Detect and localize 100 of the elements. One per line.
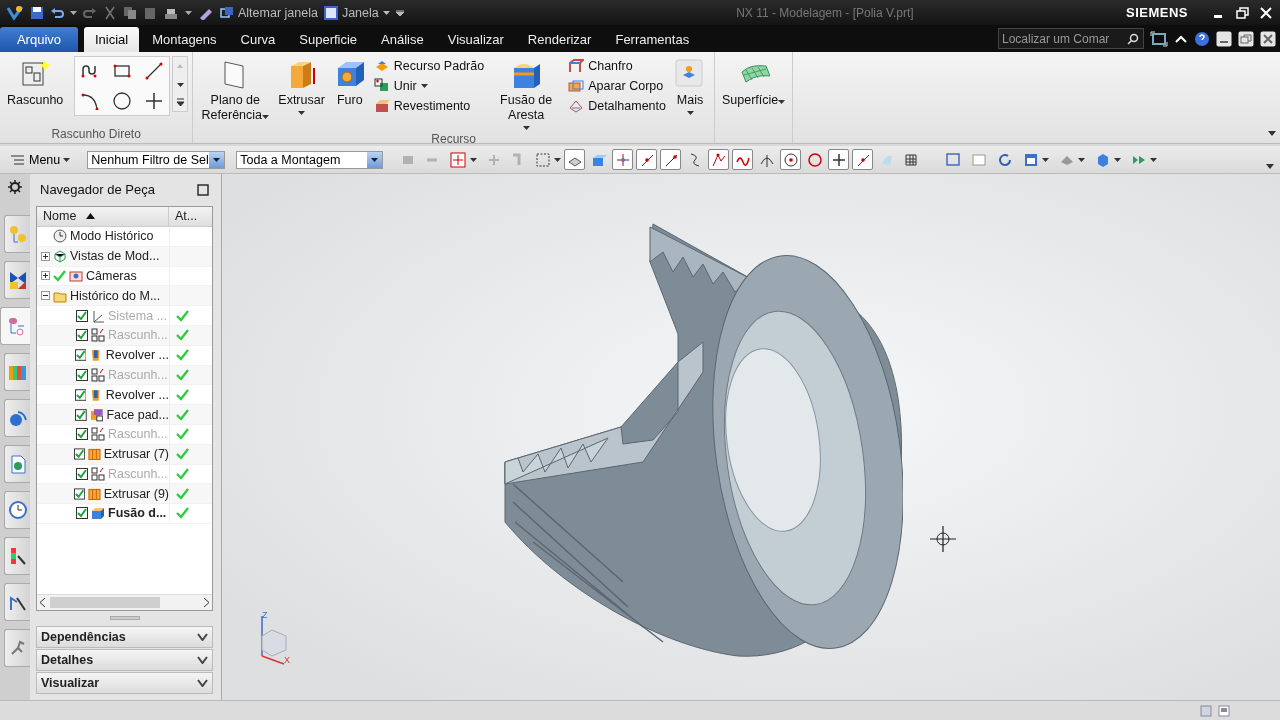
ribbon-button[interactable]: Detalhamento (566, 97, 668, 115)
ribbon-tab[interactable]: Superficie (288, 27, 369, 52)
ribbon-tab[interactable]: Inicial (84, 27, 140, 52)
settings-icon[interactable] (8, 180, 22, 194)
checkbox[interactable] (74, 349, 87, 362)
ribbon-button[interactable]: Aparar Corpo (566, 77, 668, 95)
resource-tab[interactable] (0, 307, 30, 345)
circle-icon[interactable] (113, 92, 132, 110)
paste-icon[interactable] (143, 5, 157, 20)
resource-tab[interactable] (4, 399, 30, 437)
snap-toggle[interactable] (564, 149, 586, 170)
box-select-icon[interactable] (535, 151, 552, 168)
checkbox[interactable] (74, 388, 87, 401)
resource-tab[interactable] (4, 537, 30, 575)
ribbon-button[interactable]: Fusão de Aresta (488, 56, 565, 132)
ribbon-button[interactable]: Revestimento (371, 97, 487, 115)
resource-tab[interactable] (4, 583, 30, 621)
scroll-left-icon[interactable] (40, 598, 46, 608)
tree-item[interactable]: Câmeras (86, 268, 137, 283)
quick-access-button[interactable]: Janela (323, 5, 390, 20)
save-icon[interactable] (30, 5, 44, 20)
collapsible-panel-header[interactable]: Visualizar (36, 672, 213, 694)
help-icon[interactable] (1194, 30, 1210, 47)
restore-icon[interactable] (1238, 30, 1254, 47)
ribbon-tab[interactable]: Montagens (141, 27, 228, 52)
collapsible-panel-header[interactable]: Dependências (36, 626, 213, 649)
ribbon-button[interactable]: Plano de Referência (197, 56, 274, 125)
logo-icon[interactable] (6, 4, 24, 21)
column-header[interactable]: Nome (37, 206, 169, 226)
resource-tab[interactable] (4, 261, 30, 299)
snap-toggle[interactable] (708, 149, 730, 170)
checkbox[interactable] (73, 448, 85, 461)
view-tool-icon[interactable] (945, 151, 962, 168)
tree-item[interactable]: Revolver ... (105, 348, 169, 363)
ribbon-button[interactable]: Unir (371, 77, 487, 95)
snap-toggle[interactable] (852, 149, 874, 170)
scrollbar-thumb[interactable] (50, 597, 160, 609)
expand-icon[interactable] (41, 251, 50, 261)
ribbon-tab[interactable]: Curva (229, 27, 287, 52)
undo-icon[interactable] (50, 5, 64, 20)
restore-icon[interactable] (1234, 4, 1250, 21)
redo-icon[interactable] (83, 5, 97, 20)
ribbon-options-icon[interactable] (1268, 131, 1276, 136)
checkbox[interactable] (76, 507, 88, 520)
view-tool-icon[interactable] (1023, 151, 1040, 168)
snap-toggle[interactable] (732, 149, 754, 170)
maximize-icon[interactable] (197, 183, 209, 196)
toolbar-options-icon[interactable] (1266, 164, 1274, 169)
select-icon[interactable] (449, 150, 468, 169)
tree-item[interactable]: Revolver ... (105, 387, 169, 402)
close-icon[interactable] (1260, 30, 1276, 47)
ribbon-button[interactable]: Furo (329, 56, 370, 110)
menu-button[interactable]: Menu (6, 152, 75, 167)
snap-toggle[interactable] (828, 149, 850, 170)
scope-dropdown[interactable]: Toda a Montagem (236, 150, 384, 169)
ribbon-button[interactable]: Recurso Padrão (371, 57, 487, 75)
snap-toggle[interactable] (780, 149, 802, 170)
copy-icon[interactable] (123, 5, 137, 20)
checkbox[interactable] (76, 329, 88, 342)
ribbon-tab[interactable]: Ferramentas (604, 27, 701, 52)
column-header[interactable]: At... (169, 206, 204, 226)
ribbon-tab[interactable]: Renderizar (516, 27, 603, 52)
scroll-right-icon[interactable] (203, 598, 209, 608)
ribbon-button[interactable]: Superfície (719, 56, 789, 110)
tree-item[interactable]: Fusão d... (108, 506, 167, 521)
point-icon[interactable] (145, 92, 164, 110)
resource-tab[interactable] (4, 353, 30, 391)
collapse-icon[interactable] (41, 291, 50, 301)
snap-toggle[interactable] (612, 149, 634, 170)
ribbon-button[interactable]: Rascunho (4, 56, 67, 110)
quick-access-button[interactable]: Altemar janela (220, 5, 318, 20)
ribbon-tab[interactable]: Visualizar (436, 27, 515, 52)
selection-filter-dropdown[interactable]: Nenhum Filtro de Sel (87, 150, 226, 169)
snap-toggle[interactable] (660, 149, 682, 170)
arc-icon[interactable] (81, 92, 100, 110)
ribbon-button[interactable]: Mais (670, 56, 710, 117)
resource-tab[interactable] (4, 629, 30, 667)
line-icon[interactable] (145, 62, 164, 80)
checkbox[interactable] (76, 467, 88, 480)
status-icon[interactable] (1218, 704, 1230, 717)
customize-icon[interactable] (395, 9, 404, 16)
close-icon[interactable] (1258, 4, 1274, 21)
cut-icon[interactable] (103, 5, 117, 20)
tree-item[interactable]: Modo Histórico (70, 229, 154, 244)
checkbox[interactable] (76, 368, 88, 381)
checkbox[interactable] (73, 487, 85, 500)
resource-tab[interactable] (4, 445, 30, 483)
ribbon-button[interactable]: Extrusar (275, 56, 328, 117)
ribbon-tab[interactable]: Análise (370, 27, 435, 52)
snap-toggle[interactable] (636, 149, 658, 170)
ribbon-button[interactable]: Chanfro (566, 57, 668, 75)
rectangle-icon[interactable] (113, 62, 132, 80)
command-search-field[interactable]: Localizar um Comar (998, 28, 1144, 49)
collapsible-panel-header[interactable]: Detalhes (36, 649, 213, 671)
fit-screen-icon[interactable] (1150, 30, 1168, 47)
checkbox[interactable] (75, 408, 87, 421)
minimize-icon[interactable] (1216, 30, 1232, 47)
expand-icon[interactable] (41, 271, 50, 281)
checkbox[interactable] (76, 309, 88, 322)
splitter-handle[interactable] (109, 616, 140, 621)
